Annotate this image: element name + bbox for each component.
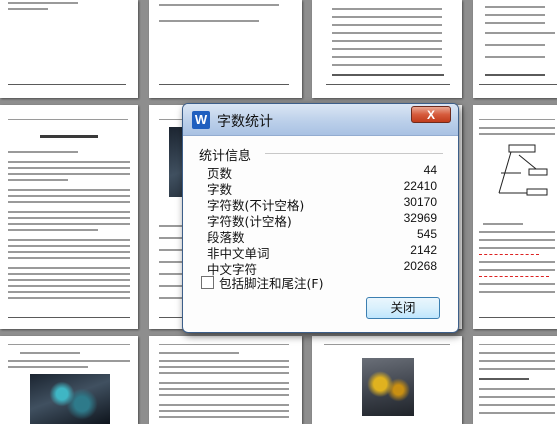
include-footnotes-checkbox[interactable] <box>201 276 214 289</box>
stat-row-paragraphs: 段落数 545 <box>207 227 437 245</box>
diagram <box>489 143 549 203</box>
stat-value: 44 <box>423 163 437 177</box>
close-icon[interactable]: X <box>411 106 451 123</box>
page-thumbnail[interactable] <box>0 0 138 98</box>
stat-value: 30170 <box>403 195 437 209</box>
stat-value: 20268 <box>403 259 437 273</box>
close-button[interactable]: 关闭 <box>366 297 440 319</box>
stat-row-chars-no-spaces: 字符数(不计空格) 30170 <box>207 195 437 213</box>
document-photo <box>362 358 414 416</box>
include-footnotes-label[interactable]: 包括脚注和尾注(F) <box>219 273 323 292</box>
page-thumbnail[interactable] <box>473 0 557 98</box>
stat-row-pages: 页数 44 <box>207 163 437 181</box>
page-thumbnail[interactable] <box>312 336 462 424</box>
stat-value: 22410 <box>403 179 437 193</box>
stat-value: 32969 <box>403 211 437 225</box>
document-photo <box>30 374 110 424</box>
wps-writer-icon: W <box>192 111 210 129</box>
word-count-dialog: W 字数统计 X 统计信息 页数 44 字数 22410 字符数(不计空格) 3… <box>182 103 459 333</box>
page-thumbnail[interactable] <box>473 336 557 424</box>
diagram-graphic <box>498 144 548 196</box>
stat-value: 545 <box>416 227 437 241</box>
stat-row-non-chinese-words: 非中文单词 2142 <box>207 243 437 261</box>
page-thumbnail[interactable] <box>312 0 462 98</box>
group-divider <box>265 153 443 154</box>
statistics-group-title: 统计信息 <box>199 149 252 164</box>
dialog-titlebar[interactable]: W 字数统计 X <box>183 104 458 136</box>
page-thumbnail[interactable] <box>149 0 302 98</box>
stat-value: 2142 <box>410 243 437 257</box>
stat-row-words: 字数 22410 <box>207 179 437 197</box>
page-thumbnail[interactable] <box>0 105 138 329</box>
stat-row-chars-with-spaces: 字符数(计空格) 32969 <box>207 211 437 229</box>
page-thumbnail[interactable] <box>149 336 302 424</box>
dialog-title: 字数统计 <box>217 114 273 130</box>
page-thumbnail[interactable] <box>0 336 138 424</box>
page-thumbnail[interactable] <box>473 105 557 329</box>
